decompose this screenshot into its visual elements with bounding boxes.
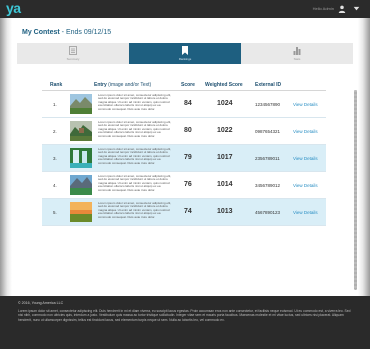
entry-image[interactable] xyxy=(70,94,92,114)
tab-bar: Summary Rankings Stats xyxy=(17,43,353,64)
score: 76 xyxy=(184,181,192,188)
score: 74 xyxy=(184,208,192,215)
weighted-score: 1017 xyxy=(217,154,233,161)
entry-description: Lorem ipsum dolor sit amet, consectetur … xyxy=(98,121,172,138)
entry-image[interactable] xyxy=(70,148,92,168)
header-weighted-score: Weighted Score xyxy=(205,82,243,88)
external-id: 1234567890 xyxy=(255,102,281,107)
tab-summary[interactable]: Summary xyxy=(17,43,129,64)
tab-stats[interactable]: Stats xyxy=(241,43,353,64)
page-title: My Contest - Ends 09/12/15 xyxy=(22,29,111,36)
scrollbar-track xyxy=(354,90,357,290)
weighted-score: 1024 xyxy=(217,100,233,107)
user-name[interactable]: Hello Admin xyxy=(313,6,334,11)
external-id: 3456789012 xyxy=(255,183,281,188)
external-id: 4567890123 xyxy=(255,210,281,215)
tab-rankings-label: Rankings xyxy=(178,57,192,61)
right-shadow xyxy=(358,18,370,296)
view-details-link[interactable]: View Details xyxy=(293,210,318,215)
score: 84 xyxy=(184,100,192,107)
user-icon[interactable] xyxy=(338,5,346,13)
tab-stats-label: Stats xyxy=(293,57,301,61)
header-entry: Entry (image and/or Text) xyxy=(94,82,151,88)
weighted-score: 1013 xyxy=(217,208,233,215)
view-details-link[interactable]: View Details xyxy=(293,183,318,188)
page-title-text: My Contest xyxy=(22,29,60,36)
weighted-score: 1022 xyxy=(217,127,233,134)
entry-description: Lorem ipsum dolor sit amet, consectetur … xyxy=(98,148,172,165)
entry-description: Lorem ipsum dolor sit amet, consectetur … xyxy=(98,94,172,111)
view-details-link[interactable]: View Details xyxy=(293,129,318,134)
rank: 3. xyxy=(53,156,57,161)
entry-image[interactable] xyxy=(70,175,92,195)
table-row: 4. Lorem ipsum dolor sit amet, consectet… xyxy=(42,172,326,199)
view-details-link[interactable]: View Details xyxy=(293,102,318,107)
score: 80 xyxy=(184,127,192,134)
external-id: 0987654321 xyxy=(255,129,281,134)
table-header: Rank Entry (image and/or Text) Score Wei… xyxy=(42,81,326,91)
weighted-score: 1014 xyxy=(217,181,233,188)
bookmark-icon xyxy=(182,46,188,55)
summary-icon xyxy=(69,46,77,55)
tab-summary-label: Summary xyxy=(66,57,80,61)
bar-chart-icon xyxy=(293,47,301,55)
header-rank: Rank xyxy=(50,82,63,88)
rank: 5. xyxy=(53,210,57,215)
footer: © 2016, Young America LLC Lorem ipsum do… xyxy=(0,296,370,349)
page-subtitle: - Ends 09/12/15 xyxy=(59,29,112,36)
entry-image[interactable] xyxy=(70,202,92,222)
left-shadow xyxy=(0,18,12,296)
score: 79 xyxy=(184,154,192,161)
entry-image[interactable] xyxy=(70,121,92,141)
external-id: 2356789011 xyxy=(255,156,280,161)
rank: 1. xyxy=(53,102,57,107)
table-row: 2. Lorem ipsum dolor sit amet, consectet… xyxy=(42,118,326,145)
rank: 2. xyxy=(53,129,57,134)
copyright: © 2016, Young America LLC xyxy=(18,301,64,305)
entry-description: Lorem ipsum dolor sit amet, consectetur … xyxy=(98,202,172,219)
logo[interactable]: ya xyxy=(6,0,21,17)
table-row: 1. Lorem ipsum dolor sit amet, consectet… xyxy=(42,91,326,118)
header-external-id: External ID xyxy=(255,82,282,88)
header-score: Score xyxy=(181,82,195,88)
chevron-down-icon[interactable] xyxy=(353,6,360,12)
tab-rankings[interactable]: Rankings xyxy=(129,43,241,64)
rank: 4. xyxy=(53,183,57,188)
table-row: 5. Lorem ipsum dolor sit amet, consectet… xyxy=(42,199,326,226)
entry-description: Lorem ipsum dolor sit amet, consectetur … xyxy=(98,175,172,192)
footer-text: Lorem ipsum dolor sit amet, consectetur … xyxy=(18,309,351,322)
scrollbar[interactable] xyxy=(354,90,357,290)
top-bar: ya Hello Admin xyxy=(0,0,370,18)
view-details-link[interactable]: View Details xyxy=(293,156,318,161)
header-entry-label: Entry xyxy=(94,82,107,88)
rankings-table: Rank Entry (image and/or Text) Score Wei… xyxy=(42,81,326,226)
header-entry-hint: (image and/or Text) xyxy=(108,82,152,88)
table-row: 3. Lorem ipsum dolor sit amet, consectet… xyxy=(42,145,326,172)
